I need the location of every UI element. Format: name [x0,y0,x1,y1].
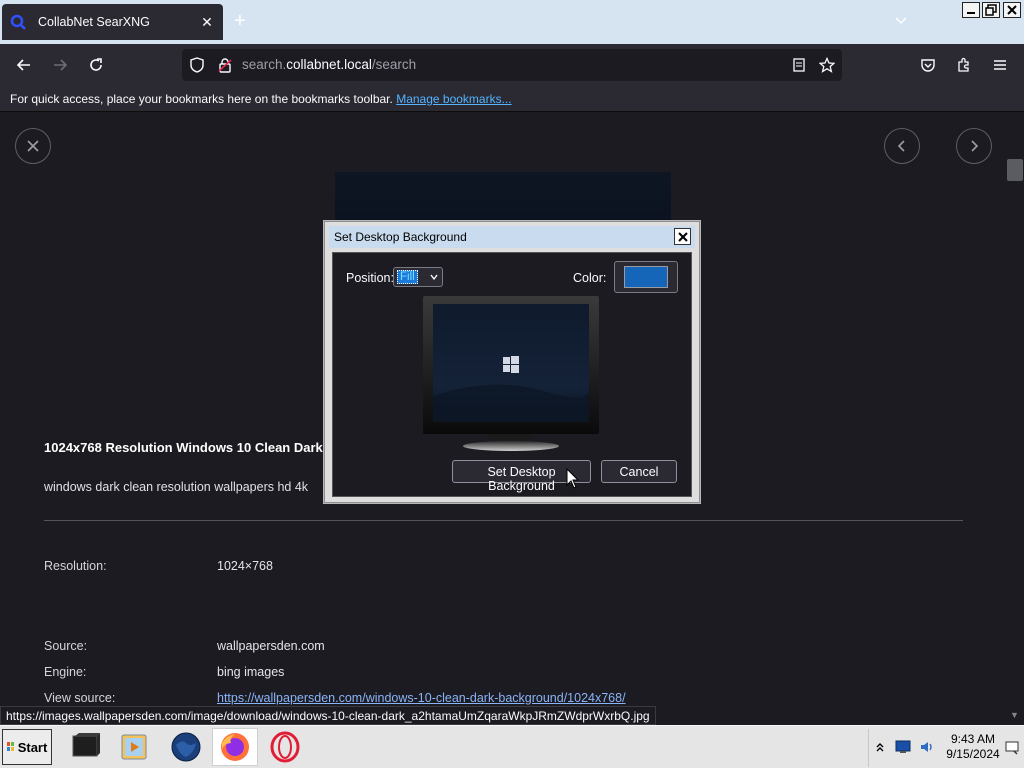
minimize-window-button[interactable] [962,2,980,18]
color-label: Color: [573,271,607,285]
dialog-title: Set Desktop Background [334,230,467,244]
notification-icon[interactable] [1005,741,1019,755]
chevron-down-icon [430,274,438,281]
position-selected-value: Fill [397,270,418,284]
tracking-protection-shield-icon[interactable] [189,57,205,73]
reader-view-icon[interactable] [791,57,807,73]
engine-value: bing images [217,665,285,679]
scroll-down-arrow-icon[interactable]: ▼ [1010,710,1019,720]
mouse-cursor-icon [566,468,580,489]
extensions-button[interactable] [952,53,976,77]
network-status-icon[interactable] [895,740,911,754]
start-logo-icon [6,742,14,751]
firefox-icon[interactable] [219,731,251,763]
divider [44,520,963,521]
tab-strip: CollabNet SearXNG ✕ + [0,0,1024,44]
bookmark-star-icon[interactable] [819,57,835,73]
cancel-button[interactable]: Cancel [601,460,677,483]
color-picker-button[interactable] [614,261,678,293]
url-text[interactable]: search.collabnet.local/search [242,57,416,72]
searxng-favicon-icon [10,14,26,30]
hamburger-menu-icon [994,60,1006,70]
url-path: /search [371,57,417,72]
taskbar-clock[interactable]: 9:43 AM 9/15/2024 [946,732,1000,762]
media-player-icon[interactable] [118,731,150,763]
opera-icon[interactable] [269,731,301,763]
color-swatch [624,266,668,288]
manage-bookmarks-link[interactable]: Manage bookmarks... [396,92,511,106]
bookmarks-toolbar: For quick access, place your bookmarks h… [0,86,1024,112]
page-scrollbar[interactable] [1006,113,1024,725]
bookmarks-hint-text: For quick access, place your bookmarks h… [10,92,393,106]
start-button[interactable]: Start [2,729,52,765]
list-all-tabs-icon[interactable] [893,12,909,28]
clock-time: 9:43 AM [950,732,996,746]
close-icon [677,231,688,242]
close-icon [1007,5,1017,15]
view-source-label: View source: [44,691,116,705]
back-arrow-icon [16,59,30,71]
terminal-app-icon[interactable] [70,731,102,763]
chevron-left-icon [897,140,905,152]
reload-icon [90,58,102,71]
monitor-preview [423,296,599,451]
position-label: Position: [346,271,394,285]
scrollbar-thumb[interactable] [1007,159,1023,181]
restore-icon [985,4,997,16]
url-prefix: search. [242,57,287,72]
clock-date: 9/15/2024 [946,747,1000,761]
result-description: windows dark clean resolution wallpapers… [44,480,309,494]
link-status-bar: https://images.wallpapersden.com/image/d… [0,706,656,725]
pocket-button[interactable] [916,53,940,77]
back-button[interactable] [12,53,36,77]
forward-button[interactable] [48,53,72,77]
dialog-titlebar[interactable]: Set Desktop Background [329,226,695,248]
source-label: Source: [44,639,88,653]
insecure-lock-icon[interactable] [217,57,233,73]
tab-close-icon[interactable]: ✕ [199,14,215,31]
volume-speaker-icon[interactable] [919,740,935,754]
tab-title: CollabNet SearXNG [38,15,150,29]
source-value: wallpapersden.com [217,639,325,653]
new-tab-button[interactable]: + [234,10,246,33]
chevron-right-icon [971,140,979,152]
resolution-label: Resolution: [44,559,107,573]
app-menu-button[interactable] [988,53,1012,77]
address-bar[interactable]: search.collabnet.local/search [182,49,842,81]
restore-window-button[interactable] [982,2,1000,18]
pocket-icon [921,59,935,72]
url-domain: collabnet.local [286,57,372,72]
tab-collabnet-searxng[interactable]: CollabNet SearXNG ✕ [2,4,223,40]
network-globe-icon[interactable] [170,731,202,763]
dialog-close-button[interactable] [674,228,691,245]
image-preview[interactable] [335,172,671,222]
taskbar: Start 9:43 AM 9/15/2024 [0,725,1024,768]
close-icon [27,140,39,152]
engine-label: Engine: [44,665,87,679]
reload-button[interactable] [84,53,108,77]
position-select[interactable]: Fill [393,267,443,287]
start-label: Start [17,739,48,755]
puzzle-piece-icon [958,57,969,72]
close-detail-button[interactable] [15,128,51,164]
forward-arrow-icon [54,59,68,71]
result-title: 1024x768 Resolution Windows 10 Clean Dar… [44,440,323,455]
close-window-button[interactable] [1003,2,1021,18]
next-result-button[interactable] [956,128,992,164]
resolution-value: 1024×768 [217,559,273,573]
previous-result-button[interactable] [884,128,920,164]
view-source-link[interactable]: https://wallpapersden.com/windows-10-cle… [217,691,626,705]
show-hidden-icons-chevron-icon[interactable] [875,742,885,752]
navigation-toolbar: search.collabnet.local/search [0,44,1024,86]
minimize-icon [967,12,975,14]
